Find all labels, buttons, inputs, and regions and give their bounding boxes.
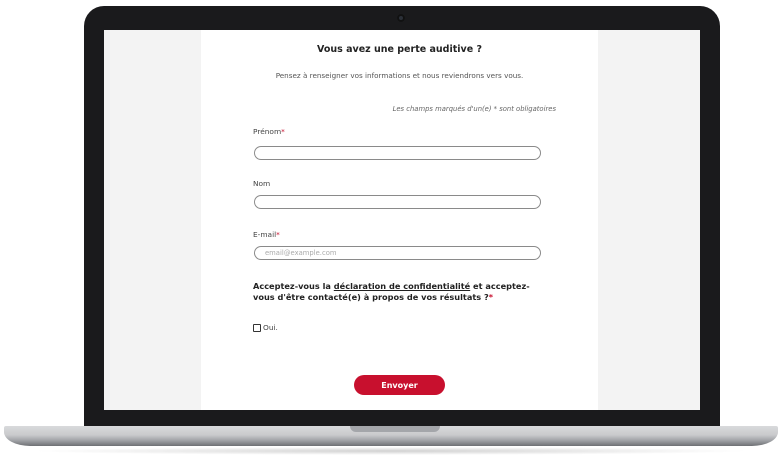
first-name-label-text: Prénom — [253, 127, 282, 136]
laptop-screen: Vous avez une perte auditive ? Pensez à … — [104, 30, 700, 410]
laptop-base — [4, 426, 778, 446]
first-name-label: Prénom* — [253, 127, 285, 136]
email-label-text: E-mail — [253, 230, 277, 239]
consent-checkbox-row[interactable]: Oui. — [253, 323, 278, 332]
laptop-mockup: Vous avez une perte auditive ? Pensez à … — [0, 0, 782, 474]
laptop-shadow — [30, 447, 752, 455]
required-star: * — [276, 230, 280, 239]
consent-prefix: Acceptez-vous la — [253, 281, 334, 291]
submit-button[interactable]: Envoyer — [354, 375, 445, 395]
required-fields-note: Les champs marqués d'un(e) * sont obliga… — [392, 105, 556, 113]
last-name-input[interactable] — [254, 195, 541, 209]
contact-form: Vous avez une perte auditive ? Pensez à … — [201, 30, 598, 410]
camera-icon — [397, 14, 405, 22]
laptop-notch — [350, 426, 440, 432]
required-star: * — [281, 127, 285, 136]
form-title: Vous avez une perte auditive ? — [317, 44, 482, 55]
consent-checkbox-label: Oui. — [263, 323, 278, 332]
last-name-label-text: Nom — [253, 179, 271, 188]
consent-question: Acceptez-vous la déclaration de confiden… — [253, 281, 533, 303]
first-name-input[interactable] — [254, 146, 541, 160]
form-intro: Pensez à renseigner vos informations et … — [275, 71, 524, 80]
email-label: E-mail* — [253, 230, 280, 239]
email-input[interactable] — [254, 246, 541, 260]
laptop-lid: Vous avez une perte auditive ? Pensez à … — [84, 6, 720, 430]
privacy-policy-link[interactable]: déclaration de confidentialité — [334, 281, 470, 291]
consent-checkbox[interactable] — [253, 323, 261, 332]
last-name-label: Nom — [253, 179, 270, 188]
required-star: * — [488, 292, 494, 302]
